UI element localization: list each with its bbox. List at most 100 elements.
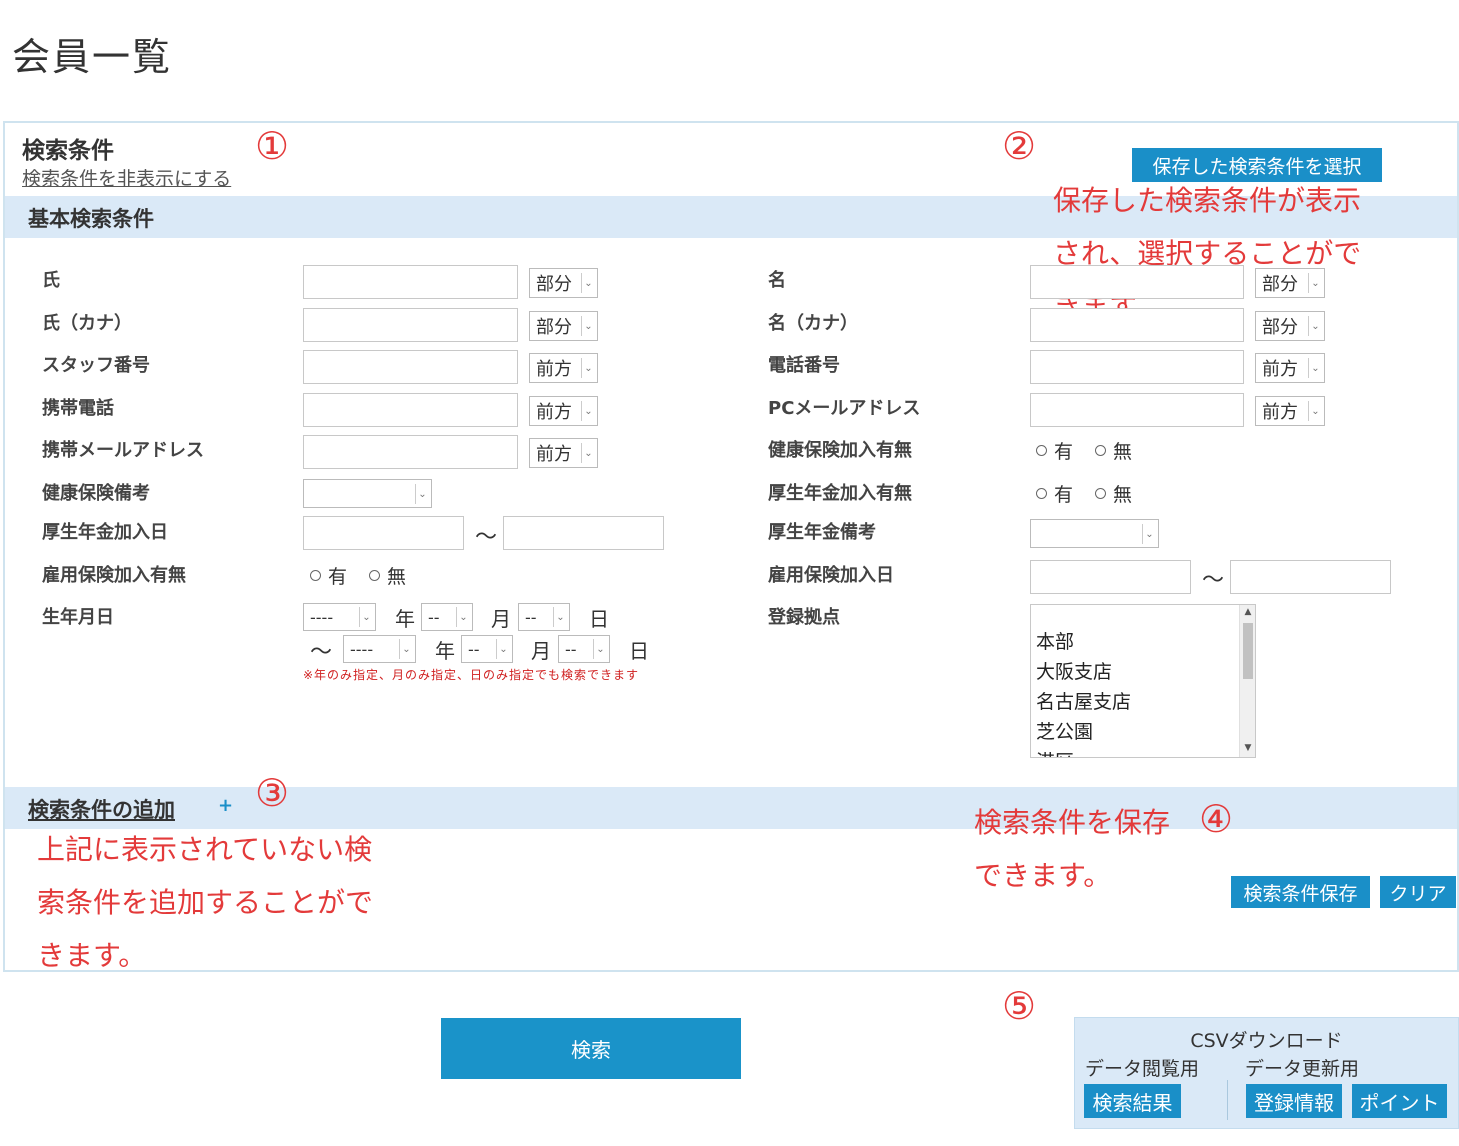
annotation-number-1: ① xyxy=(255,124,290,168)
mobile-phone-match-value: 前方 xyxy=(536,402,572,423)
health-insurance-no-radio[interactable] xyxy=(1095,445,1107,456)
annotation-2-line: 保存した検索条件が表示 xyxy=(1053,184,1362,217)
field-label-phone: 電話番号 xyxy=(768,355,840,376)
hide-search-link[interactable]: 検索条件を非表示にする xyxy=(22,164,231,191)
chevron-down-icon[interactable]: ▼ xyxy=(1240,743,1255,753)
csv-search-results-button[interactable]: 検索結果 xyxy=(1084,1084,1181,1118)
year-unit: 年 xyxy=(395,607,415,631)
pc-email-match-select[interactable]: 前方 ⌄ xyxy=(1255,396,1325,426)
health-note-select[interactable]: ⌄ xyxy=(303,479,432,508)
radio-label-no: 無 xyxy=(387,566,407,588)
annotation-3-line: きます。 xyxy=(37,939,147,972)
sei-kana-input[interactable] xyxy=(303,308,518,342)
chevron-down-icon: ⌄ xyxy=(1142,524,1156,544)
birth-month-to-value: -- xyxy=(468,639,480,659)
list-item[interactable]: 港区 xyxy=(1036,747,1074,757)
birth-day-from-select[interactable]: -- ⌄ xyxy=(518,603,570,631)
pc-email-input[interactable] xyxy=(1030,393,1244,427)
csv-view-label: データ閲覧用 xyxy=(1085,1058,1200,1080)
birth-year-to-select[interactable]: ---- ⌄ xyxy=(343,635,416,663)
field-label-pension-date: 厚生年金加入日 xyxy=(42,522,168,543)
chevron-down-icon: ⌄ xyxy=(1308,316,1322,336)
employment-insurance-no-radio[interactable] xyxy=(369,570,381,581)
phone-input[interactable] xyxy=(1030,350,1244,384)
pension-no-radio[interactable] xyxy=(1095,488,1107,499)
mobile-phone-input[interactable] xyxy=(303,393,518,427)
pension-date-from-input[interactable] xyxy=(303,516,464,550)
csv-registration-info-button[interactable]: 登録情報 xyxy=(1246,1084,1342,1118)
employment-date-tilde: ～ xyxy=(1202,568,1225,593)
chevron-down-icon: ⌄ xyxy=(553,607,567,627)
field-label-employment-insurance: 雇用保険加入有無 xyxy=(42,565,186,586)
staff-number-input[interactable] xyxy=(303,350,518,384)
mobile-email-match-value: 前方 xyxy=(536,444,572,465)
sei-match-select[interactable]: 部分 ⌄ xyxy=(529,268,598,298)
radio-label-yes: 有 xyxy=(1054,441,1074,463)
chevron-up-icon[interactable]: ▲ xyxy=(1240,607,1255,617)
save-conditions-button[interactable]: 検索条件保存 xyxy=(1231,876,1370,908)
employment-date-from-input[interactable] xyxy=(1030,560,1191,594)
birth-day-to-select[interactable]: -- ⌄ xyxy=(558,635,610,663)
day-unit: 日 xyxy=(629,639,649,663)
chevron-down-icon: ⌄ xyxy=(581,316,595,336)
list-item[interactable]: 本部 xyxy=(1036,627,1074,654)
pension-yes-radio[interactable] xyxy=(1036,488,1047,499)
plus-icon[interactable]: + xyxy=(218,797,233,815)
csv-update-label: データ更新用 xyxy=(1245,1058,1360,1080)
mei-match-select[interactable]: 部分 ⌄ xyxy=(1255,268,1325,298)
list-item[interactable]: 大阪支店 xyxy=(1036,657,1112,684)
mobile-phone-match-select[interactable]: 前方 ⌄ xyxy=(529,396,598,426)
basic-conditions-title: 基本検索条件 xyxy=(28,207,154,231)
annotation-number-4: ④ xyxy=(1199,797,1234,841)
employment-insurance-yes-radio[interactable] xyxy=(310,570,321,581)
birth-year-from-select[interactable]: ---- ⌄ xyxy=(303,603,376,631)
pension-date-to-input[interactable] xyxy=(503,516,664,550)
annotation-number-5: ⑤ xyxy=(1002,984,1037,1028)
scrollbar-thumb[interactable] xyxy=(1243,623,1253,679)
list-item[interactable]: 芝公園 xyxy=(1036,717,1093,744)
field-label-health-insurance: 健康保険加入有無 xyxy=(768,440,912,461)
clear-button[interactable]: クリア xyxy=(1380,876,1456,908)
sei-kana-match-select[interactable]: 部分 ⌄ xyxy=(529,311,598,341)
chevron-down-icon: ⌄ xyxy=(1308,273,1322,293)
add-conditions-link[interactable]: 検索条件の追加 xyxy=(28,794,197,824)
section-divider xyxy=(3,970,1459,972)
mobile-email-match-select[interactable]: 前方 ⌄ xyxy=(529,438,598,468)
pension-note-select[interactable]: ⌄ xyxy=(1030,519,1159,548)
mei-kana-input[interactable] xyxy=(1030,308,1244,342)
birthdate-range-tilde: ～ xyxy=(310,640,333,665)
radio-label-yes: 有 xyxy=(1054,484,1074,506)
chevron-down-icon: ⌄ xyxy=(581,358,595,378)
staff-number-match-select[interactable]: 前方 ⌄ xyxy=(529,353,598,383)
csv-points-button[interactable]: ポイント xyxy=(1352,1084,1447,1118)
health-insurance-yes-radio[interactable] xyxy=(1036,445,1047,456)
chevron-down-icon: ⌄ xyxy=(581,443,595,463)
radio-label-no: 無 xyxy=(1113,484,1133,506)
location-listbox[interactable]: 本部 大阪支店 名古屋支店 芝公園 港区 ▲ ▼ xyxy=(1030,604,1256,758)
phone-match-select[interactable]: 前方 ⌄ xyxy=(1255,353,1325,383)
chevron-down-icon: ⌄ xyxy=(496,639,510,659)
field-label-location: 登録拠点 xyxy=(768,607,840,628)
listbox-scrollbar[interactable]: ▲ ▼ xyxy=(1239,605,1255,757)
field-label-pc-email: PCメールアドレス xyxy=(768,398,921,419)
birth-year-from-value: ---- xyxy=(310,607,334,627)
pc-email-match-value: 前方 xyxy=(1262,402,1298,423)
annotation-3-line: 索条件を追加することがで xyxy=(37,886,374,919)
sei-input[interactable] xyxy=(303,265,518,299)
mobile-email-input[interactable] xyxy=(303,435,518,469)
mei-input[interactable] xyxy=(1030,265,1244,299)
birth-year-to-value: ---- xyxy=(350,639,374,659)
chevron-down-icon: ⌄ xyxy=(593,639,607,659)
chevron-down-icon: ⌄ xyxy=(359,607,373,627)
employment-date-to-input[interactable] xyxy=(1230,560,1391,594)
mei-kana-match-select[interactable]: 部分 ⌄ xyxy=(1255,311,1325,341)
list-item[interactable]: 名古屋支店 xyxy=(1036,687,1131,714)
birthdate-note: ※年のみ指定、月のみ指定、日のみ指定でも検索できます xyxy=(303,668,640,682)
annotation-3-line: 上記に表示されていない検 xyxy=(37,833,373,866)
page-title: 会員一覧 xyxy=(12,35,173,79)
birth-month-from-select[interactable]: -- ⌄ xyxy=(421,603,473,631)
search-button[interactable]: 検索 xyxy=(441,1018,741,1079)
chevron-down-icon: ⌄ xyxy=(581,273,595,293)
birth-month-to-select[interactable]: -- ⌄ xyxy=(461,635,513,663)
field-label-staff-number: スタッフ番号 xyxy=(42,355,150,376)
